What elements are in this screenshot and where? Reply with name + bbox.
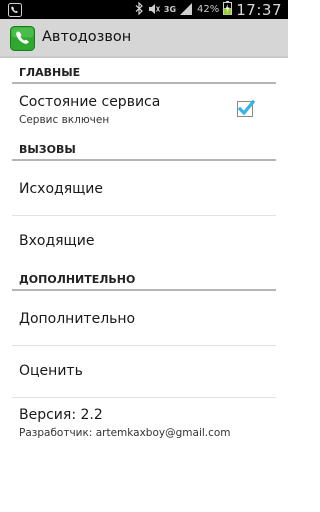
pref-version-title: Версия: 2.2 [19,407,103,423]
action-bar: Автодозвон [0,19,288,58]
empty-area [0,450,288,512]
pref-additional[interactable]: Дополнительно [0,291,288,345]
pref-rate[interactable]: Оценить [0,346,288,397]
pref-incoming[interactable]: Входящие [0,216,288,268]
pref-service-summary: Сервис включен [19,114,110,126]
status-icons: 3G 42% 17:37 [135,0,282,19]
section-header-main: ГЛАВНЫЕ [19,66,81,79]
app-title: Автодозвон [42,29,132,45]
pref-additional-title: Дополнительно [19,311,136,327]
signal-icon [180,0,193,19]
battery-icon [223,0,233,19]
section-header-extra: ДОПОЛНИТЕЛЬНО [19,273,136,286]
app-phone-icon[interactable] [10,26,35,51]
section-header-calls: ВЫЗОВЫ [19,143,76,156]
clock: 17:37 [236,0,282,19]
pref-version-summary: Разработчик: artemkaxboy@gmail.com [19,427,231,439]
checkmark-icon [237,99,256,116]
battery-percent: 42% [197,4,220,15]
mute-icon [148,0,160,19]
pref-service-title: Состояние сервиса [19,94,161,110]
status-bar: 3G 42% 17:37 [0,0,288,19]
pref-version[interactable]: Версия: 2.2 Разработчик: artemkaxboy@gma… [0,398,288,450]
pref-rate-title: Оценить [19,363,83,379]
pref-outgoing-title: Исходящие [19,181,104,197]
pref-outgoing[interactable]: Исходящие [0,161,288,215]
service-checkbox[interactable] [237,99,256,117]
network-type-label: 3G [163,4,177,14]
bluetooth-icon [135,0,144,19]
pref-incoming-title: Входящие [19,233,95,249]
